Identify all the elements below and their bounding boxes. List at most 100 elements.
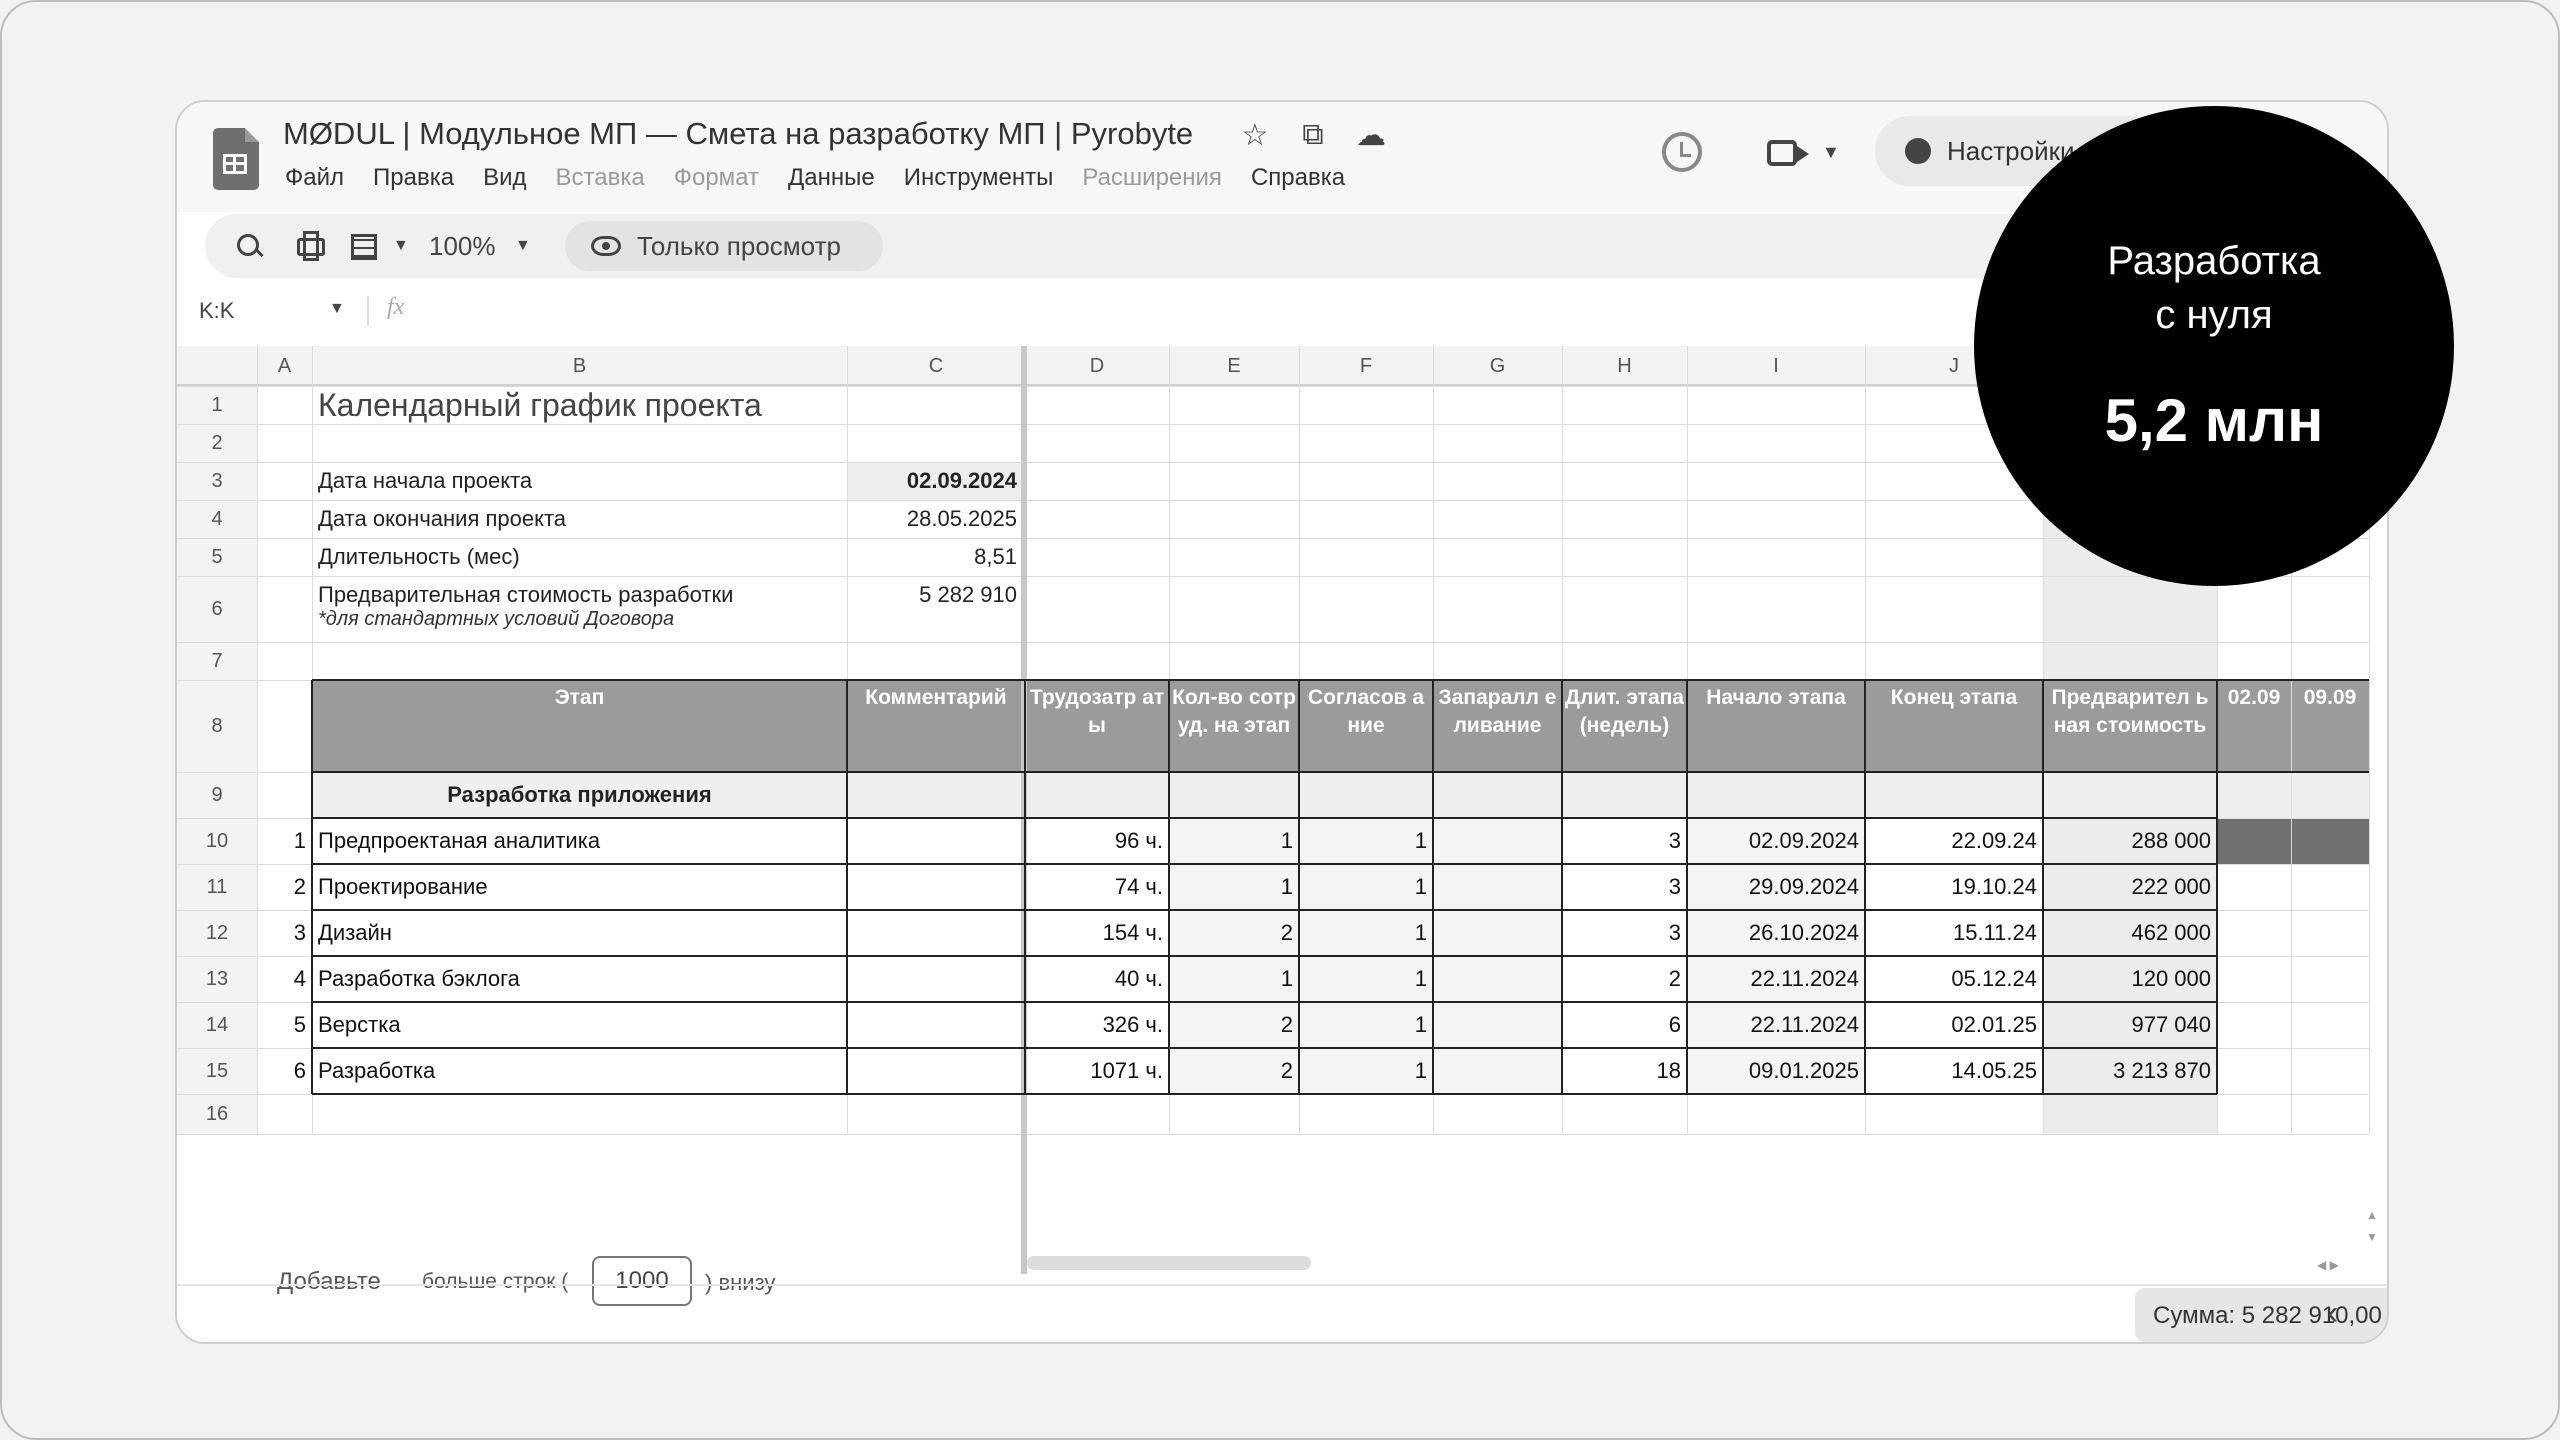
table-header-cell: Начало этапа [1706, 686, 1846, 709]
menu-edit[interactable]: Правка [373, 164, 454, 192]
row-header-1[interactable]: 1 [177, 386, 257, 424]
table-cell-hours: 154 ч. [1102, 920, 1163, 945]
row-header-10[interactable]: 10 [177, 818, 257, 864]
collapse-panel-icon[interactable]: ‹ [2327, 1294, 2338, 1333]
zoom-select[interactable]: 100% [429, 214, 496, 278]
name-box[interactable]: K:K [199, 298, 234, 324]
chevron-down-icon[interactable]: ▼ [329, 300, 345, 318]
info-value: 5 282 910 [919, 582, 1017, 607]
row-header-11[interactable]: 11 [177, 864, 257, 910]
table-cell-start: 29.09.2024 [1748, 874, 1859, 899]
table-cell-n: 2 [293, 874, 306, 899]
sum-indicator[interactable]: Сумма: 5 282 910,00 ▼ [2135, 1288, 2387, 1342]
table-header-cell: Запаралл еливание [1438, 686, 1557, 737]
view-only-button[interactable]: Только просмотр [565, 221, 883, 271]
table-cell-hours: 96 ч. [1114, 828, 1163, 853]
meet-icon[interactable] [1767, 140, 1809, 166]
info-label: Дата начала проекта [318, 468, 533, 493]
menu-tools[interactable]: Инструменты [904, 164, 1054, 192]
column-header-f[interactable]: F [1299, 346, 1433, 386]
add-rows-button[interactable]: Добавьте [277, 1268, 381, 1296]
table-cell-n: 5 [293, 1012, 306, 1037]
row-header-13[interactable]: 13 [177, 956, 257, 1002]
row-header-6[interactable]: 6 [177, 576, 257, 642]
info-value: 8,51 [974, 544, 1017, 569]
row-header-15[interactable]: 15 [177, 1048, 257, 1094]
column-header-g[interactable]: G [1433, 346, 1562, 386]
table-cell-end: 19.10.24 [1951, 874, 2037, 899]
table-cell-start: 22.11.2024 [1750, 966, 1859, 991]
table-header-cell: Согласов ание [1307, 686, 1425, 737]
table-cell-hours: 1071 ч. [1090, 1058, 1163, 1083]
table-cell-approval: 1 [1414, 828, 1427, 853]
table-header-cell: Длит. этапа (недель) [1565, 686, 1684, 737]
divider [367, 296, 369, 326]
table-cell-weeks: 6 [1668, 1012, 1681, 1037]
menu-data[interactable]: Данные [788, 164, 875, 192]
row-header-14[interactable]: 14 [177, 1002, 257, 1048]
table-cell-cost: 3 213 870 [2113, 1058, 2211, 1083]
column-header-e[interactable]: E [1169, 346, 1299, 386]
format-icon[interactable] [351, 214, 381, 278]
eye-icon [591, 236, 621, 256]
menu-view[interactable]: Вид [483, 164, 526, 192]
row-header-12[interactable]: 12 [177, 910, 257, 956]
badge-line-1: Разработка [2107, 239, 2321, 283]
sheets-logo-icon[interactable] [213, 128, 259, 190]
vertical-scroll-arrows[interactable]: ▲ ▼ [2363, 1204, 2381, 1250]
column-header-i[interactable]: I [1687, 346, 1865, 386]
table-cell-weeks: 3 [1668, 920, 1681, 945]
table-cell-weeks: 2 [1668, 966, 1681, 991]
print-icon[interactable] [297, 214, 327, 278]
info-value: 28.05.2025 [906, 506, 1017, 531]
star-icon[interactable]: ☆ [1237, 118, 1273, 153]
column-header-d[interactable]: D [1025, 346, 1169, 386]
table-cell-cost: 977 040 [2131, 1012, 2211, 1037]
table-cell-stage: Дизайн [318, 920, 392, 945]
table-cell-stage: Предпроектаная аналитика [318, 828, 601, 853]
row-header-9[interactable]: 9 [177, 772, 257, 818]
row-header-2[interactable]: 2 [177, 424, 257, 462]
table-cell-approval: 1 [1414, 1012, 1427, 1037]
cloud-status-icon[interactable]: ☁ [1353, 118, 1389, 153]
badge-value: 5,2 млн [2104, 387, 2324, 454]
chevron-down-icon[interactable]: ▼ [515, 214, 531, 278]
horizontal-scrollbar[interactable] [1027, 1256, 1311, 1270]
column-header-a[interactable]: A [257, 346, 312, 386]
row-header-16[interactable]: 16 [177, 1094, 257, 1134]
version-history-icon[interactable] [1662, 132, 1702, 172]
table-cell-end: 05.12.24 [1951, 966, 2037, 991]
table-header-cell: Комментарий [865, 686, 1007, 709]
chevron-down-icon[interactable]: ▼ [393, 214, 409, 278]
horizontal-scroll-arrows[interactable]: ◀ ▶ [2317, 1258, 2377, 1276]
document-title[interactable]: MØDUL | Модульное МП — Смета на разработ… [283, 116, 1193, 152]
row-header-3[interactable]: 3 [177, 462, 257, 500]
row-header-4[interactable]: 4 [177, 500, 257, 538]
settings-label: Настройки [1947, 136, 2075, 166]
table-cell-end: 22.09.24 [1951, 828, 2037, 853]
row-header-8[interactable]: 8 [177, 680, 257, 772]
table-cell-stage: Проектирование [318, 874, 488, 899]
table-cell-hours: 74 ч. [1114, 874, 1163, 899]
chevron-down-icon[interactable]: ▼ [1822, 142, 1840, 163]
column-header-h[interactable]: H [1562, 346, 1687, 386]
column-header-c[interactable]: C [847, 346, 1025, 386]
table-cell-end: 15.11.24 [1952, 920, 2037, 945]
column-header-b[interactable]: B [312, 346, 847, 386]
row-header-7[interactable]: 7 [177, 642, 257, 680]
table-cell-staff: 2 [1280, 1012, 1293, 1037]
table-cell-staff: 2 [1280, 920, 1293, 945]
table-cell-start: 26.10.2024 [1748, 920, 1859, 945]
menu-file[interactable]: Файл [285, 164, 344, 192]
info-label: Длительность (мес) [318, 544, 520, 569]
menu-help[interactable]: Справка [1251, 164, 1345, 192]
table-cell-hours: 326 ч. [1102, 1012, 1163, 1037]
promo-badge: Разработка с нуля 5,2 млн [1974, 106, 2454, 586]
sum-label: Сумма: 5 282 910,00 [2153, 1302, 2382, 1329]
row-header-5[interactable]: 5 [177, 538, 257, 576]
move-to-drive-icon[interactable]: ⧉ [1295, 118, 1331, 153]
sheet-title: Календарный график проекта [318, 387, 762, 423]
add-rows-count-input[interactable]: 1000 [592, 1256, 692, 1306]
table-cell-approval: 1 [1414, 966, 1427, 991]
table-cell-approval: 1 [1414, 920, 1427, 945]
